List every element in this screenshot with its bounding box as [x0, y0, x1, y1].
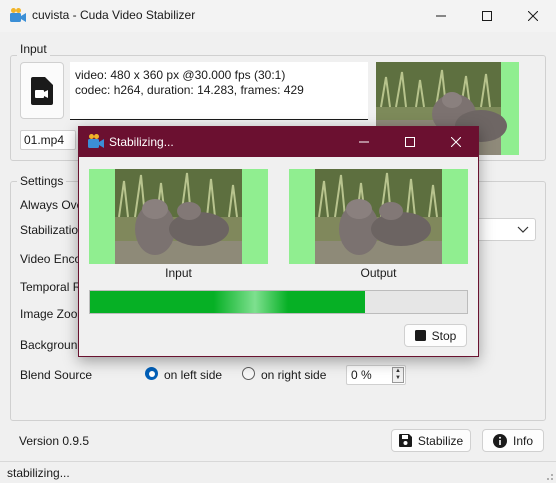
- maximize-icon: [482, 11, 492, 21]
- status-bar: stabilizing...: [0, 461, 556, 483]
- video-info-line1: video: 480 x 360 px @30.000 fps (30:1): [75, 68, 286, 82]
- stabilize-label: Stabilize: [417, 433, 464, 448]
- info-label: Info: [512, 433, 533, 448]
- version-label: Version 0.9.5: [19, 434, 90, 448]
- setting-label-background: Backgroun: [20, 338, 78, 352]
- settings-group-label: Settings: [17, 174, 67, 188]
- blend-left-radio[interactable]: [145, 367, 158, 380]
- video-info-line2: codec: h264, duration: 14.283, frames: 4…: [75, 83, 304, 97]
- cuvista-camera-icon: [10, 8, 26, 22]
- setting-label-image-zoom: Image Zoo: [20, 307, 78, 321]
- file-name-field[interactable]: 01.mp4: [20, 130, 76, 150]
- setting-label-always-on-top: Always Ove: [20, 198, 84, 212]
- blend-percent-value: 0 %: [351, 368, 372, 382]
- dialog-title: Stabilizing...: [109, 135, 174, 149]
- blend-percent-spinner[interactable]: 0 % ▲ ▼: [346, 365, 406, 385]
- stop-icon: [414, 330, 426, 341]
- save-icon: [398, 434, 412, 447]
- stabilization-dropdown[interactable]: [476, 218, 536, 241]
- cuvista-camera-icon: [88, 134, 104, 148]
- video-file-icon: [31, 76, 53, 105]
- dialog-maximize-button[interactable]: [387, 127, 433, 157]
- minimize-icon: [359, 141, 369, 143]
- maximize-icon: [405, 137, 415, 147]
- close-icon: [528, 11, 538, 21]
- info-button[interactable]: Info: [482, 429, 544, 452]
- video-info-box: video: 480 x 360 px @30.000 fps (30:1) c…: [70, 62, 368, 120]
- input-caption: Input: [165, 266, 192, 280]
- stop-button[interactable]: Stop: [404, 324, 467, 347]
- input-preview: [89, 169, 268, 264]
- blend-right-radio[interactable]: [242, 367, 255, 380]
- dialog-close-button[interactable]: [433, 127, 479, 157]
- setting-label-blend-source: Blend Source: [20, 368, 93, 382]
- title-bar: cuvista - Cuda Video Stabilizer: [0, 0, 556, 32]
- blend-left-label: on left side: [164, 368, 223, 382]
- dialog-title-bar: Stabilizing...: [79, 127, 478, 157]
- blend-right-label: on right side: [261, 368, 327, 382]
- input-group-label: Input: [17, 42, 50, 56]
- spinner-arrows[interactable]: ▲ ▼: [392, 367, 404, 383]
- progress-fill: [90, 291, 365, 313]
- resize-grip-icon[interactable]: [544, 471, 554, 481]
- minimize-icon: [436, 15, 446, 17]
- close-icon: [451, 137, 461, 147]
- stop-label: Stop: [431, 328, 457, 343]
- window-title: cuvista - Cuda Video Stabilizer: [32, 8, 196, 22]
- maximize-button[interactable]: [464, 0, 510, 32]
- hippo-image: [289, 169, 468, 264]
- output-caption: Output: [360, 266, 397, 280]
- close-button[interactable]: [510, 0, 556, 32]
- chevron-down-icon: [517, 226, 529, 233]
- setting-label-temporal-radius: Temporal R: [20, 280, 82, 294]
- progress-bar: [89, 290, 468, 314]
- info-icon: [492, 433, 507, 448]
- stabilizing-dialog: Stabilizing... Input Output Stop: [78, 126, 479, 357]
- setting-label-video-encoder: Video Enco: [20, 252, 82, 266]
- hippo-image: [89, 169, 268, 264]
- setting-label-stabilization: Stabilizatio: [20, 223, 79, 237]
- output-preview: [289, 169, 468, 264]
- status-text: stabilizing...: [7, 466, 70, 480]
- stabilize-button[interactable]: Stabilize: [391, 429, 471, 452]
- minimize-button[interactable]: [418, 0, 464, 32]
- dialog-minimize-button[interactable]: [341, 127, 387, 157]
- open-file-button[interactable]: [20, 62, 64, 119]
